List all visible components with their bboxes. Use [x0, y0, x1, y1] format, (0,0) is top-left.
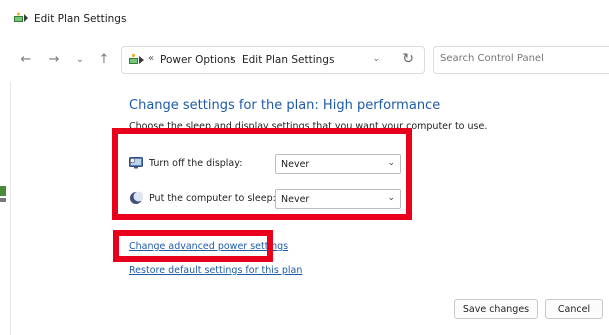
restore-default-settings-link[interactable]: Restore default settings for this plan [129, 265, 302, 276]
sleep-label: Put the computer to sleep: [149, 193, 276, 204]
desktop-edge-fragment [0, 186, 6, 202]
title-bar: Edit Plan Settings [0, 0, 609, 36]
dialog-footer: Save changes Cancel [11, 289, 609, 335]
chevron-down-icon: ⌄ [387, 158, 395, 168]
main-content: Change settings for the plan: High perfo… [10, 82, 609, 335]
sleep-select[interactable]: Never ⌄ [275, 189, 401, 209]
sleep-setting-row: Put the computer to sleep: Never ⌄ [129, 189, 409, 209]
power-options-icon [14, 12, 28, 22]
page-title: Change settings for the plan: High perfo… [129, 98, 441, 113]
sleep-value: Never [281, 194, 310, 205]
recent-locations-chevron-icon[interactable]: ⌄ [72, 50, 88, 68]
display-off-select[interactable]: Never ⌄ [275, 154, 401, 174]
display-off-value: Never [281, 159, 310, 170]
search-input[interactable] [440, 53, 600, 64]
moon-icon [130, 191, 143, 204]
display-off-setting-row: Turn off the display: Never ⌄ [129, 154, 409, 174]
address-dropdown-icon[interactable]: ⌄ [372, 54, 380, 64]
monitor-icon [129, 157, 143, 169]
save-changes-button[interactable]: Save changes [454, 299, 538, 319]
display-off-label: Turn off the display: [149, 158, 243, 169]
address-bar[interactable]: « Power Options › Edit Plan Settings ⌄ ↻ [121, 46, 425, 74]
back-arrow-icon[interactable]: ← [18, 50, 34, 68]
up-arrow-icon[interactable]: ↑ [96, 50, 112, 68]
navigation-bar: ← → ⌄ ↑ « Power Options › Edit Plan Sett… [0, 36, 609, 82]
breadcrumb-separator-icon[interactable]: › [230, 53, 234, 64]
cancel-button[interactable]: Cancel [545, 299, 603, 319]
window-title: Edit Plan Settings [34, 13, 127, 25]
power-options-icon [129, 53, 144, 64]
refresh-icon[interactable]: ↻ [402, 51, 414, 67]
chevron-down-icon: ⌄ [387, 193, 395, 203]
page-description: Choose the sleep and display settings th… [129, 121, 488, 132]
forward-arrow-icon[interactable]: → [46, 50, 62, 68]
address-overflow-chevron-icon[interactable]: « [148, 53, 154, 64]
search-box[interactable] [433, 46, 609, 74]
breadcrumb-edit-plan-settings[interactable]: Edit Plan Settings [242, 54, 334, 66]
breadcrumb-power-options[interactable]: Power Options [160, 54, 236, 66]
change-advanced-power-settings-link[interactable]: Change advanced power settings [129, 241, 288, 252]
